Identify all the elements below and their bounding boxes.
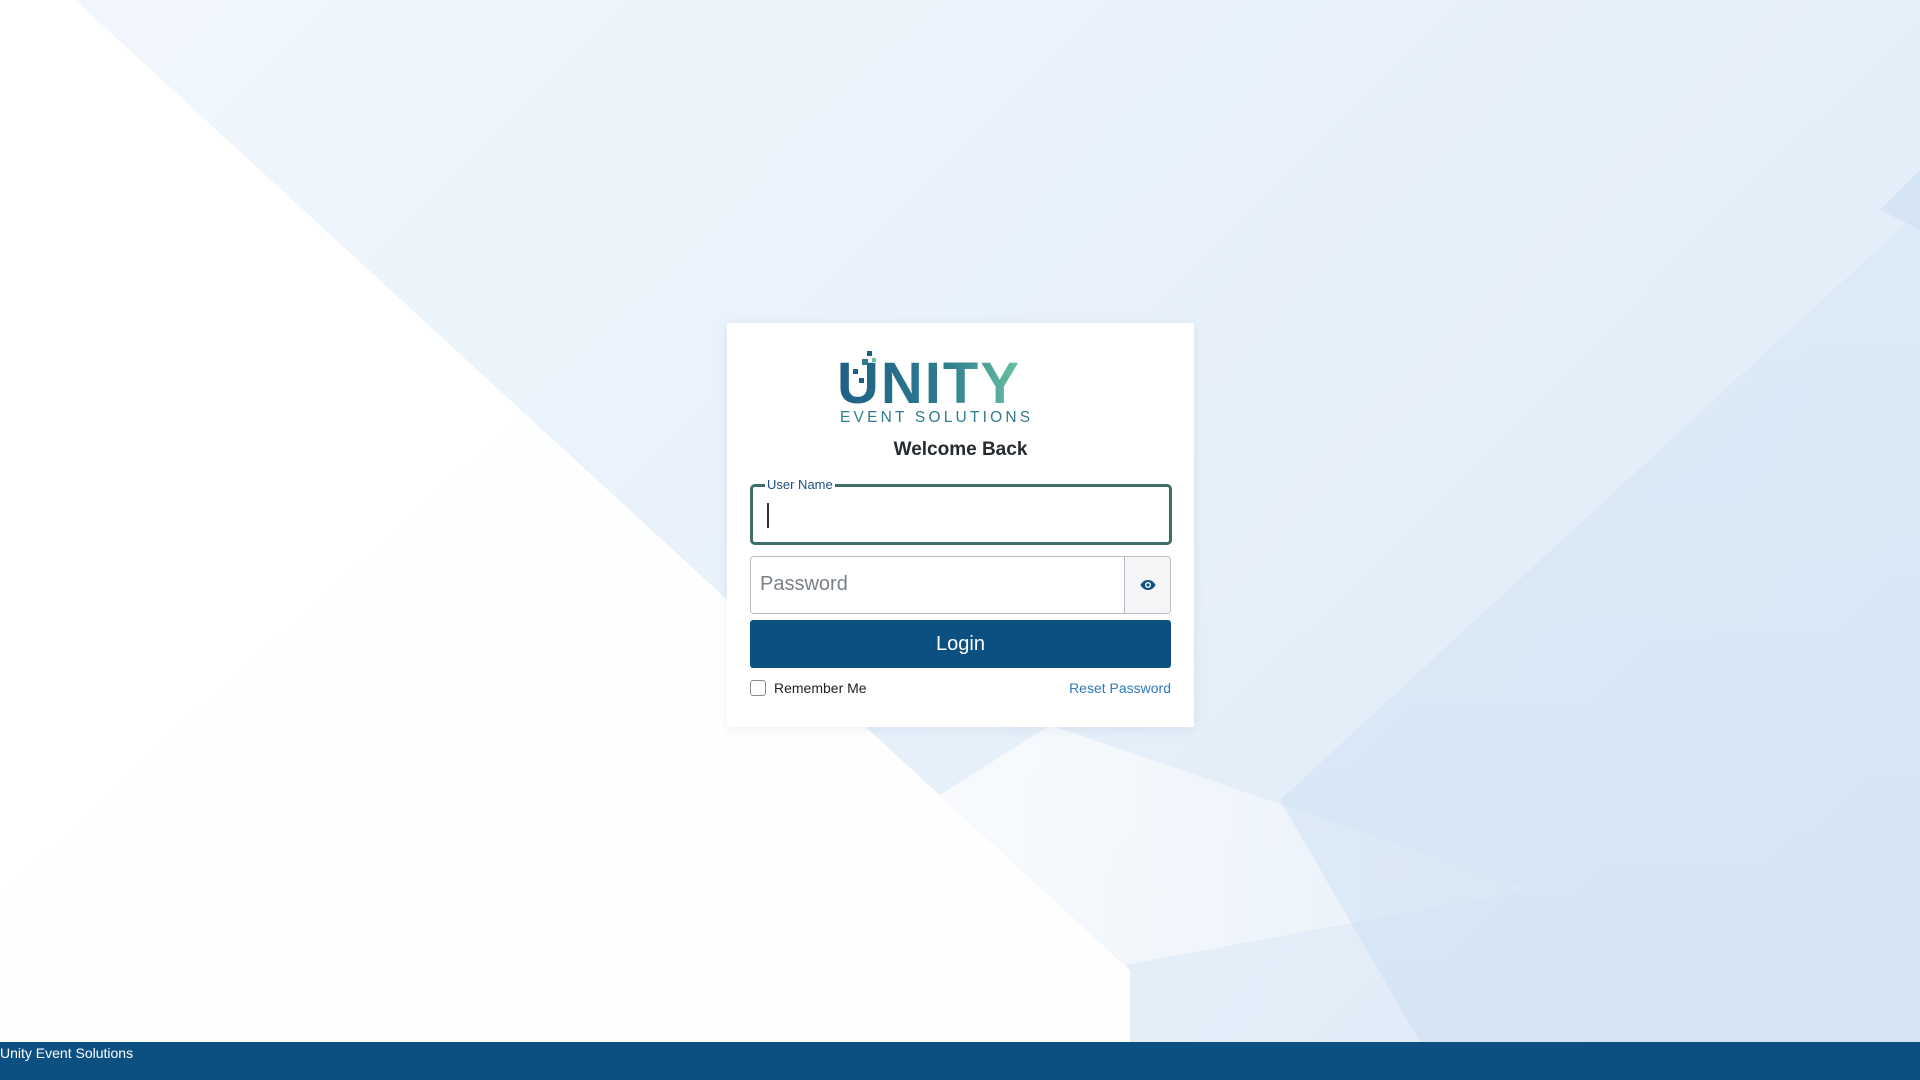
unity-event-solutions-logo: UNITY EVENT SOLUTIONS: [837, 349, 1087, 426]
logo-graphic: UNITY EVENT SOLUTIONS: [837, 351, 1033, 426]
remember-me-checkbox[interactable]: [750, 680, 766, 696]
password-placeholder: Password: [760, 573, 848, 595]
logo-word: UNITY: [837, 351, 1021, 416]
show-password-button[interactable]: [1124, 557, 1170, 613]
login-card: UNITY EVENT SOLUTIONS Welcome Back User …: [727, 323, 1194, 727]
footer-bar: Unity Event Solutions: [0, 1042, 1920, 1080]
text-caret: [767, 503, 769, 528]
reset-password-link[interactable]: Reset Password: [1069, 680, 1171, 696]
username-label: User Name: [765, 477, 835, 493]
remember-me[interactable]: Remember Me: [750, 678, 867, 698]
password-field[interactable]: Password: [750, 556, 1171, 614]
eye-icon: [1140, 580, 1155, 590]
welcome-heading: Welcome Back: [893, 439, 1028, 460]
username-field[interactable]: User Name: [750, 477, 1172, 545]
logo-tagline: EVENT SOLUTIONS: [840, 409, 1033, 425]
login-button[interactable]: Login: [750, 620, 1171, 668]
remember-me-label: Remember Me: [774, 680, 867, 696]
footer-text: Unity Event Solutions: [0, 1045, 134, 1061]
